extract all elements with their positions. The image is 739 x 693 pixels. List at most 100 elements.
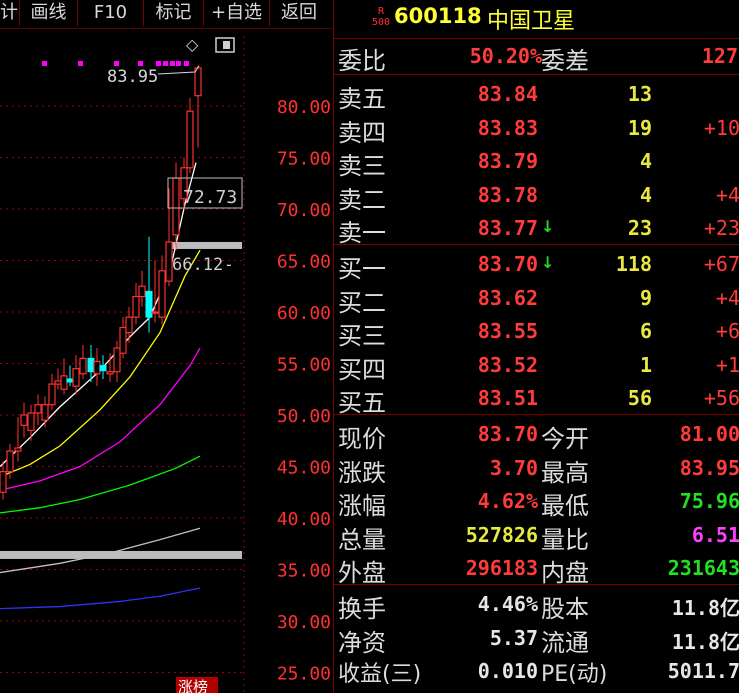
y-tick-label: 75.00 (277, 149, 331, 170)
ask-label: 卖五 (338, 85, 386, 113)
y-tick-label: 35.00 (277, 561, 331, 582)
bid-row: 买一 83.70 ↓ 118 +67 (334, 247, 739, 283)
indicator-dot (184, 61, 189, 66)
stat-row: 现价 83.70 今开 81.00 (334, 417, 739, 453)
toolbar-button-draw[interactable]: 画线 (20, 0, 78, 26)
high-price-label: 83.95 (107, 67, 158, 87)
high-arrow (157, 65, 200, 75)
candle (0, 461, 7, 500)
quote-panel: R 500 600118 中国卫星 委比 50.20% 委差 127 卖五 83.8… (333, 0, 739, 693)
candle (14, 417, 22, 462)
ask-row: 卖一 83.77 ↓ 23 +23 (334, 211, 739, 247)
y-tick-label: 45.00 (277, 458, 331, 479)
stat-value: 3.70 (489, 455, 538, 480)
candle (151, 260, 159, 323)
stat-label: 涨幅 (338, 492, 386, 520)
toolbar-button-add-favorite[interactable]: +自选 (204, 0, 270, 26)
bid-row: 买五 83.51 56 +56 (334, 381, 739, 417)
candle (138, 270, 146, 307)
candle (66, 365, 74, 387)
fundamental-value: 11.8亿 (671, 596, 739, 620)
toolbar-button-f10[interactable]: F10 (78, 0, 144, 26)
ask-volume: 4 (639, 149, 652, 173)
indicator-dot (163, 61, 168, 66)
y-axis-ticks: 80.00 75.00 70.00 65.00 60.00 55.00 50.00 45.00… (277, 97, 331, 685)
window-toggle-icon-inner (223, 41, 230, 49)
diamond-icon[interactable]: ◇ (186, 35, 199, 54)
candle (93, 348, 101, 387)
candle (79, 344, 87, 379)
fundamental-value: 4.46% (477, 592, 538, 616)
stat-label: 总量 (338, 525, 386, 554)
bid-volume: 9 (639, 285, 652, 310)
ask-price: 83.77 (477, 216, 538, 240)
stat-row: 外盘 296183 内盘 231643 (334, 551, 739, 587)
fundamental-value: 11.8亿 (671, 629, 739, 654)
fundamental-label: 收益(三) (338, 662, 422, 687)
bid-label: 买一 (338, 255, 386, 283)
bid-change: +6 (715, 319, 739, 343)
stat-label: 外盘 (338, 559, 386, 587)
low-price-label: 66.12 (172, 255, 223, 275)
ask-price: 83.83 (477, 115, 538, 140)
bid-row: 买三 83.55 6 +6 (334, 314, 739, 350)
stat-value: 83.95 (679, 455, 739, 480)
indicator-dot (170, 61, 175, 66)
stat-value: 75.96 (679, 489, 739, 513)
ask-change: +4 (715, 182, 739, 207)
stock-name: 中国卫星 (487, 9, 576, 34)
down-arrow-icon: ↓ (541, 217, 555, 236)
y-tick-label: 40.00 (277, 509, 331, 530)
stat-label: 今开 (541, 425, 589, 453)
candle (158, 255, 166, 325)
kline-chart[interactable]: 80.00 75.00 70.00 65.00 60.00 55.00 50.00 45.00… (0, 28, 333, 693)
quote-header: R 500 600118 中国卫星 (334, 0, 739, 39)
ask-label: 卖二 (338, 185, 386, 214)
indicator-dot (176, 61, 181, 66)
bid-price: 83.55 (477, 319, 538, 343)
toolbar-button-calc[interactable]: 计 (0, 0, 20, 26)
y-tick-label: 80.00 (277, 97, 331, 118)
indicator-dot (42, 61, 47, 66)
ask-label: 卖四 (338, 118, 386, 147)
bid-label: 买三 (338, 322, 386, 350)
indicator-dots (42, 61, 189, 66)
candle (186, 97, 194, 173)
ask-volume: 23 (627, 216, 652, 240)
ma250-line (0, 587, 201, 610)
y-tick-label: 65.00 (277, 252, 331, 273)
stat-row: 涨跌 3.70 最高 83.95 (334, 451, 739, 487)
weibi-value: 50.20% (469, 44, 542, 68)
stat-label: 内盘 (541, 559, 589, 587)
stock-code: 600118 (394, 4, 482, 28)
toolbar-button-mark[interactable]: 标记 (144, 0, 204, 26)
candle (113, 340, 121, 383)
ask-change: +23 (703, 216, 739, 240)
y-tick-label: 25.00 (277, 664, 331, 685)
low-price-dash: - (226, 255, 232, 274)
ask-volume: 4 (639, 182, 652, 207)
bid-label: 买四 (338, 355, 386, 384)
bid-price: 83.70 (477, 252, 538, 276)
bid-price: 83.51 (477, 386, 538, 410)
mid-price-label: 72.73 (183, 187, 237, 208)
ma120-line (0, 527, 201, 574)
r500-badge: R 500 (371, 6, 391, 28)
ask-label: 卖三 (338, 152, 386, 180)
fundamental-row: 净资 5.37 流通 11.8亿 (334, 621, 739, 657)
y-tick-label: 55.00 (277, 355, 331, 376)
ask-row: 卖二 83.78 4 +4 (334, 178, 739, 214)
candle (194, 65, 202, 148)
stat-row: 涨幅 4.62% 最低 75.96 (334, 484, 739, 520)
toolbar-button-back[interactable]: 返回 (270, 0, 328, 26)
bid-change: +1 (715, 352, 739, 377)
bid-volume: 118 (615, 252, 652, 276)
moving-averages (0, 162, 201, 610)
ask-row: 卖四 83.83 19 +10 (334, 111, 739, 147)
weibi-label: 委比 (338, 47, 386, 75)
candle (48, 373, 56, 410)
stat-value: 81.00 (679, 422, 739, 446)
bid-price: 83.52 (477, 352, 538, 377)
ask-price: 83.84 (477, 82, 538, 106)
stat-label: 最低 (541, 492, 589, 520)
